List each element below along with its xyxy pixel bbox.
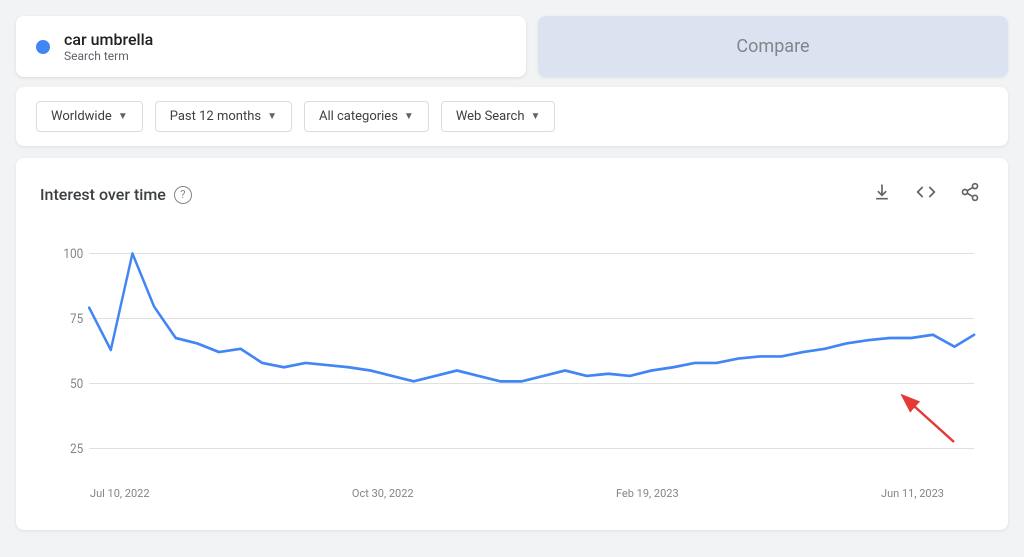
search-term-card: car umbrella Search term <box>16 16 526 77</box>
time-chevron-icon: ▼ <box>267 111 277 122</box>
chart-section: Interest over time ? <box>16 158 1008 530</box>
filter-bar: Worldwide ▼ Past 12 months ▼ All categor… <box>16 87 1008 146</box>
chart-title-group: Interest over time ? <box>40 185 192 204</box>
search-type-filter-button[interactable]: Web Search ▼ <box>441 101 556 132</box>
search-type-filter-label: Web Search <box>456 109 525 124</box>
time-filter-label: Past 12 months <box>170 109 261 124</box>
category-chevron-icon: ▼ <box>404 111 414 122</box>
region-filter-button[interactable]: Worldwide ▼ <box>36 101 143 132</box>
search-term-type-label: Search term <box>64 49 153 63</box>
chart-header: Interest over time ? <box>40 178 984 211</box>
embed-icon <box>916 182 936 202</box>
x-label-3: Feb 19, 2023 <box>616 487 679 500</box>
download-button[interactable] <box>868 178 896 211</box>
share-button[interactable] <box>956 178 984 211</box>
help-icon[interactable]: ? <box>174 186 192 204</box>
x-axis-labels: Jul 10, 2022 Oct 30, 2022 Feb 19, 2023 J… <box>40 481 984 500</box>
region-chevron-icon: ▼ <box>118 111 128 122</box>
search-term-dot <box>36 40 50 54</box>
compare-card[interactable]: Compare <box>538 16 1008 77</box>
x-label-2: Oct 30, 2022 <box>352 487 414 500</box>
x-label-4: Jun 11, 2023 <box>881 487 944 500</box>
search-term-name: car umbrella <box>64 30 153 49</box>
embed-button[interactable] <box>912 178 940 211</box>
search-term-text: car umbrella Search term <box>64 30 153 63</box>
x-label-1: Jul 10, 2022 <box>90 487 150 500</box>
svg-text:25: 25 <box>70 441 83 457</box>
svg-text:100: 100 <box>63 246 83 262</box>
region-filter-label: Worldwide <box>51 109 112 124</box>
chart-title: Interest over time <box>40 185 166 204</box>
share-icon <box>960 182 980 202</box>
time-filter-button[interactable]: Past 12 months ▼ <box>155 101 292 132</box>
download-icon <box>872 182 892 202</box>
category-filter-label: All categories <box>319 109 398 124</box>
chart-container: 100 75 50 25 <box>40 221 984 481</box>
interest-chart: 100 75 50 25 <box>40 221 984 481</box>
compare-label: Compare <box>736 36 809 57</box>
search-type-chevron-icon: ▼ <box>531 111 541 122</box>
category-filter-button[interactable]: All categories ▼ <box>304 101 429 132</box>
chart-actions <box>868 178 984 211</box>
svg-text:75: 75 <box>70 311 83 327</box>
svg-text:50: 50 <box>70 376 83 392</box>
